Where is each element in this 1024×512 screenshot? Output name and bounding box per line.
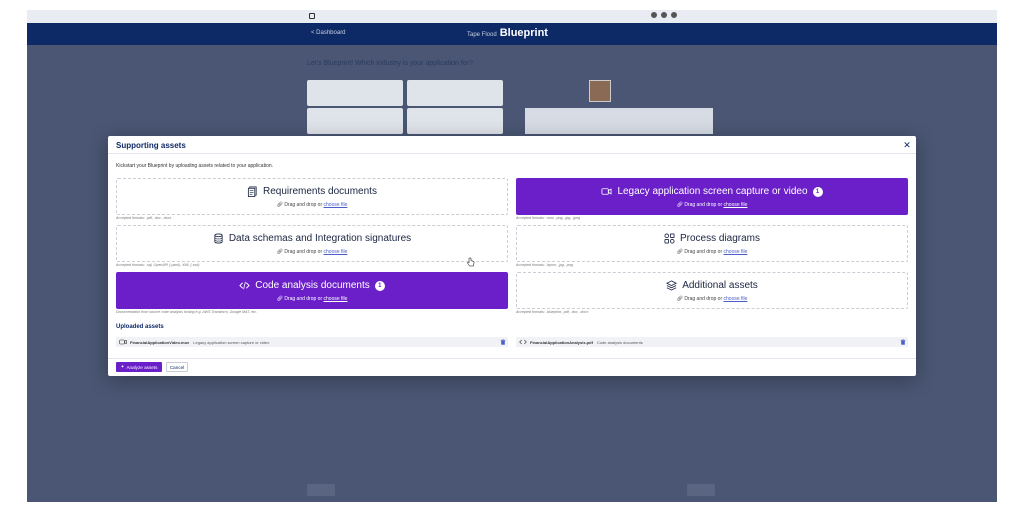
top-bar-actions (651, 12, 677, 18)
accepted-formats-text: Documentation from source code analysis … (116, 310, 257, 314)
background-question: Let's Blueprint! Which industry is your … (307, 60, 473, 67)
modal-footer-divider (108, 358, 916, 359)
drag-drop-text: Drag and drop or (684, 296, 724, 302)
paperclip-icon: 🔗︎ (676, 249, 683, 255)
tile-title: Additional assets (682, 280, 758, 291)
uploaded-asset-row: FinancialApplicationAnalysis.pdf Code an… (516, 337, 908, 347)
upload-tile-data-schemas[interactable]: Data schemas and Integration signatures … (116, 225, 508, 262)
close-icon[interactable]: ✕ (902, 140, 912, 150)
uploaded-asset-type: Legacy application screen capture or vid… (193, 339, 270, 345)
drag-drop-text: Drag and drop or (284, 202, 324, 208)
drag-drop-text: Drag and drop or (284, 296, 324, 302)
upload-tile-requirements[interactable]: Requirements documents 🔗︎ Drag and drop … (116, 178, 508, 215)
background-next-button (687, 484, 715, 496)
background-card (307, 80, 403, 106)
analyze-assets-button[interactable]: ✦ Analyze assets (116, 362, 162, 372)
choose-file-link[interactable]: choose file (724, 296, 748, 302)
paperclip-icon: 🔗︎ (276, 296, 283, 302)
paperclip-icon: 🔗︎ (276, 249, 283, 255)
back-to-dashboard-link: < Dashboard (311, 30, 346, 36)
modal-title: Supporting assets (116, 141, 186, 150)
accepted-formats-text: Accepted formats: .pdf, .doc, .docx (116, 216, 172, 220)
modal-header: Supporting assets ✕ (108, 136, 916, 154)
top-bar (27, 10, 997, 23)
accepted-formats-text: Accepted formats: .bpmn, .jpg, .png (516, 263, 573, 267)
choose-file-link[interactable]: choose file (724, 249, 748, 255)
tile-title: Requirements documents (263, 186, 377, 197)
upload-count-badge: 1 (374, 280, 385, 291)
accepted-formats-text: Accepted formats: .mov, .png, .jpg, .jpe… (516, 216, 581, 220)
paperclip-icon: 🔗︎ (676, 202, 683, 208)
choose-file-link[interactable]: choose file (324, 296, 348, 302)
brand-name: Blueprint (499, 27, 548, 39)
tile-title: Code analysis documents (255, 280, 370, 291)
tile-title: Process diagrams (679, 233, 761, 244)
paperclip-icon: 🔗︎ (676, 296, 683, 302)
choose-file-link[interactable]: choose file (324, 249, 348, 255)
uploaded-filename: FinancialApplicationVideo.mov (130, 339, 190, 345)
background-table (525, 108, 713, 134)
database-icon (214, 233, 223, 244)
upload-tile-code-analysis[interactable]: Code analysis documents 1 🔗︎ Drag and dr… (116, 272, 508, 309)
upload-tile-additional-assets[interactable]: Additional assets 🔗︎ Drag and drop or ch… (516, 272, 908, 309)
sparkle-icon: ✦ (120, 364, 125, 369)
drag-drop-text: Drag and drop or (284, 249, 324, 255)
brand-title: Tape Flood Blueprint (467, 27, 548, 39)
cancel-button[interactable]: Cancel (166, 362, 188, 372)
upload-tile-legacy-video[interactable]: Legacy application screen capture or vid… (516, 178, 908, 215)
accepted-formats-text: Accepted formats: .blueprint, .pdf, .doc… (516, 310, 589, 314)
background-card (307, 108, 403, 134)
modal-intro-text: Kickstart your Blueprint by uploading as… (116, 163, 274, 169)
analyze-assets-label: Analyze assets (126, 364, 158, 370)
accepted-formats-text: Accepted formats: .sql, OpenAPI (.yaml),… (116, 263, 200, 267)
video-camera-icon (601, 188, 612, 195)
uploaded-assets-heading: Uploaded assets (116, 324, 164, 330)
background-avatar (589, 80, 611, 102)
video-camera-icon (119, 339, 127, 345)
help-icon (661, 12, 667, 18)
upload-count-badge: 1 (812, 186, 823, 197)
uploaded-asset-type: Code analysis documents (596, 339, 643, 345)
uploaded-filename: FinancialApplicationAnalysis.pdf (530, 339, 593, 345)
trash-icon[interactable] (900, 339, 906, 345)
uploaded-asset-row: FinancialApplicationVideo.mov Legacy app… (116, 337, 508, 347)
supporting-assets-modal: Supporting assets ✕ Kickstart your Bluep… (108, 136, 916, 376)
drag-drop-text: Drag and drop or (684, 202, 724, 208)
paperclip-icon: 🔗︎ (276, 202, 283, 208)
background-back-button (307, 484, 335, 496)
nav-bar: < Dashboard Tape Flood Blueprint (27, 23, 997, 45)
upload-tile-process-diagrams[interactable]: Process diagrams 🔗︎ Drag and drop or cho… (516, 225, 908, 262)
user-avatar-icon (671, 12, 677, 18)
tile-title: Legacy application screen capture or vid… (617, 186, 808, 197)
notification-icon (651, 12, 657, 18)
drag-drop-text: Drag and drop or (684, 249, 724, 255)
diagram-icon (664, 233, 675, 244)
layers-icon (666, 280, 678, 291)
mouse-cursor-icon (467, 257, 475, 267)
brand-prefix: Tape Flood (467, 32, 497, 38)
code-icon (239, 281, 250, 290)
background-card (407, 108, 503, 134)
document-icon (247, 186, 257, 197)
choose-file-link[interactable]: choose file (724, 202, 748, 208)
choose-file-link[interactable]: choose file (324, 202, 348, 208)
trash-icon[interactable] (500, 339, 506, 345)
code-icon (519, 339, 527, 345)
app-logo (309, 13, 315, 19)
background-card (407, 80, 503, 106)
tile-title: Data schemas and Integration signatures (228, 233, 412, 244)
